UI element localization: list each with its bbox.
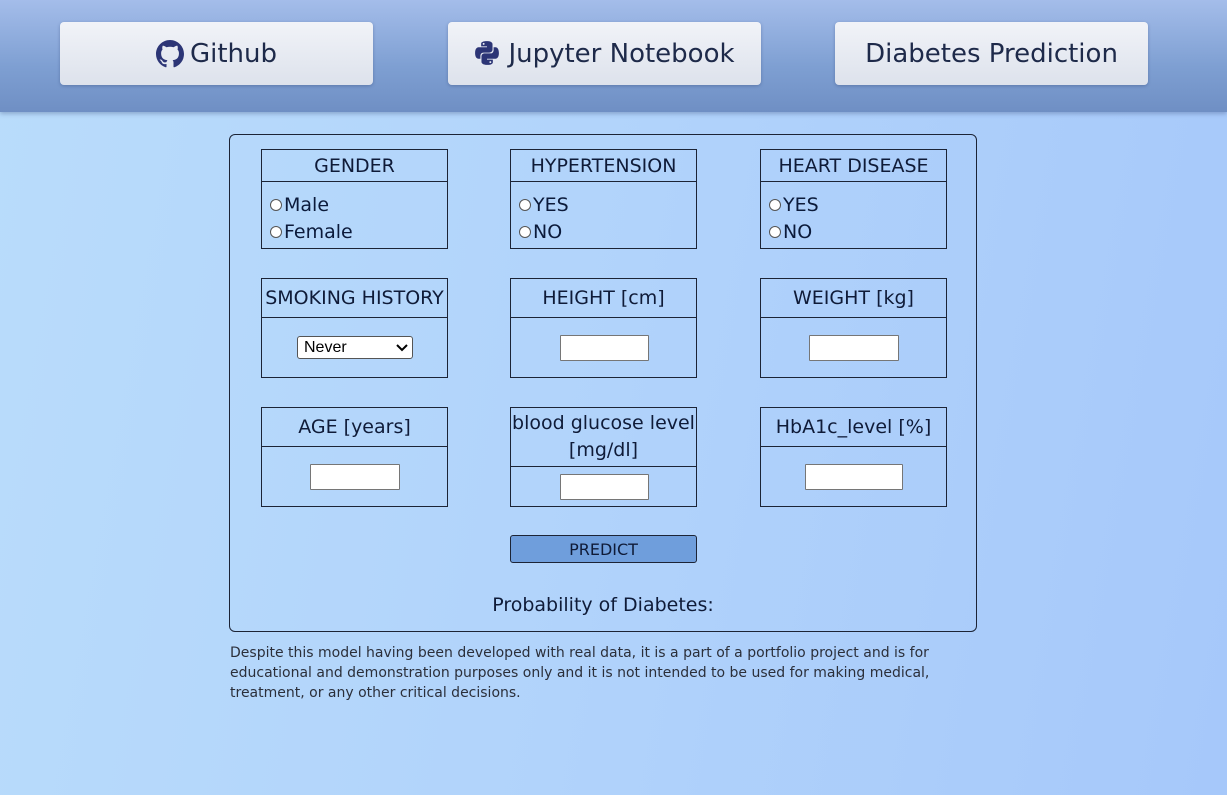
heart-disease-yes-radio[interactable]: YES — [769, 191, 946, 218]
radio-circle-icon[interactable] — [270, 225, 282, 238]
heart-disease-group: HEART DISEASE YES NO — [760, 149, 947, 249]
blood-glucose-input[interactable] — [560, 474, 649, 500]
jupyter-notebook-label: Jupyter Notebook — [508, 38, 735, 69]
probability-label: Probability of Diabetes: — [492, 594, 714, 616]
github-icon — [155, 39, 184, 68]
top-nav-bar: Github Jupyter Notebook Diabetes Predict… — [0, 0, 1227, 112]
age-title: AGE [years] — [262, 408, 447, 447]
gender-title: GENDER — [262, 150, 447, 182]
github-button[interactable]: Github — [60, 22, 373, 85]
age-group: AGE [years] — [261, 407, 448, 507]
weight-input[interactable] — [809, 335, 899, 361]
smoking-history-select[interactable]: Never — [297, 336, 413, 359]
smoking-history-value: Never — [304, 338, 347, 356]
hypertension-group: HYPERTENSION YES NO — [510, 149, 697, 249]
smoking-history-group: SMOKING HISTORY Never — [261, 278, 448, 378]
python-icon — [474, 40, 502, 68]
age-input[interactable] — [310, 464, 400, 490]
diabetes-prediction-button[interactable]: Diabetes Prediction — [835, 22, 1148, 85]
blood-glucose-group: blood glucose level [mg/dl] — [510, 407, 697, 507]
hypertension-title: HYPERTENSION — [511, 150, 696, 182]
radio-circle-icon[interactable] — [270, 198, 282, 211]
github-label: Github — [189, 38, 278, 69]
diabetes-prediction-label: Diabetes Prediction — [865, 38, 1118, 69]
heart-disease-no-radio[interactable]: NO — [769, 218, 946, 245]
radio-circle-icon[interactable] — [769, 198, 781, 211]
gender-female-radio[interactable]: Female — [270, 218, 447, 245]
hba1c-group: HbA1c_level [%] — [760, 407, 947, 507]
weight-group: WEIGHT [kg] — [760, 278, 947, 378]
hypertension-yes-radio[interactable]: YES — [519, 191, 696, 218]
blood-glucose-title-line2: [mg/dl] — [568, 439, 639, 461]
heart-disease-title: HEART DISEASE — [761, 150, 946, 182]
height-group: HEIGHT [cm] — [510, 278, 697, 378]
radio-circle-icon[interactable] — [519, 198, 531, 211]
hypertension-no-radio[interactable]: NO — [519, 218, 696, 245]
height-title: HEIGHT [cm] — [511, 279, 696, 318]
heart-disease-no-label: NO — [783, 220, 813, 243]
hypertension-no-label: NO — [533, 220, 563, 243]
radio-circle-icon[interactable] — [769, 225, 781, 238]
height-input[interactable] — [560, 335, 649, 361]
predict-button[interactable]: PREDICT — [510, 535, 697, 563]
disclaimer-text: Despite this model having been developed… — [230, 645, 930, 701]
smoking-history-title: SMOKING HISTORY — [262, 279, 447, 318]
weight-title: WEIGHT [kg] — [761, 279, 946, 318]
blood-glucose-title-line1: blood glucose level — [512, 412, 695, 434]
gender-group: GENDER Male Female — [261, 149, 448, 249]
radio-circle-icon[interactable] — [519, 225, 531, 238]
gender-male-label: Male — [284, 193, 330, 216]
gender-male-radio[interactable]: Male — [270, 191, 447, 218]
blood-glucose-title: blood glucose level [mg/dl] — [511, 408, 696, 467]
hba1c-title: HbA1c_level [%] — [761, 408, 946, 447]
hba1c-input[interactable] — [805, 464, 903, 490]
hypertension-yes-label: YES — [533, 193, 569, 216]
jupyter-notebook-button[interactable]: Jupyter Notebook — [448, 22, 761, 85]
gender-female-label: Female — [284, 220, 353, 243]
chevron-down-icon — [396, 343, 408, 352]
heart-disease-yes-label: YES — [783, 193, 819, 216]
